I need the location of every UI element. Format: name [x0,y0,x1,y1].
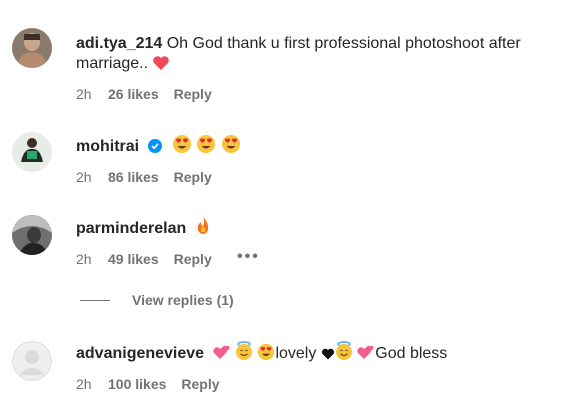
black-heart-icon [321,345,335,369]
halo-smile-emoji-icon [235,341,253,369]
comment-meta: 2h 26 likes Reply [76,86,212,102]
sparkling-hearts-icon [357,343,375,369]
reply-button[interactable]: Reply [174,251,212,267]
halo-smile-emoji-icon [335,341,353,369]
sparkling-hearts-icon [212,343,231,369]
comment-meta: 2h 86 likes Reply [76,169,212,185]
comment-meta: 2h 100 likes Reply [76,376,220,392]
comment-text-line2: marriage.. [76,52,558,79]
likes-count[interactable]: 86 likes [108,169,159,185]
likes-count[interactable]: 49 likes [108,251,159,267]
timestamp: 2h [76,169,92,185]
username[interactable]: adi.tya_214 [76,35,162,52]
username[interactable]: parminderelan [76,220,186,237]
reply-button[interactable]: Reply [174,86,212,102]
avatar[interactable] [12,215,52,255]
view-replies-label: View replies (1) [132,292,234,308]
comment-text: mohitrai [76,134,558,162]
view-replies-button[interactable]: View replies (1) [80,292,234,308]
comment-text: advanigenevieve lovely God bless [76,341,558,369]
verified-badge-icon [147,137,162,161]
red-heart-icon [152,55,170,79]
comment-body: Oh God thank u first professional photos… [166,35,521,52]
reply-button[interactable]: Reply [174,169,212,185]
avatar[interactable] [12,341,52,381]
heart-eyes-emoji-icon [221,134,241,162]
avatar[interactable] [12,132,52,172]
comment-text: parminderelan [76,216,558,244]
comment-body-2: God bless [375,345,448,362]
reply-button[interactable]: Reply [181,376,219,392]
comment-body-2: marriage.. [76,55,149,72]
comment-body: lovely [275,345,317,362]
likes-count[interactable]: 26 likes [108,86,159,102]
divider-line [80,299,110,301]
fire-emoji-icon [195,216,211,244]
timestamp: 2h [76,376,92,392]
heart-eyes-emoji-icon [172,134,192,162]
likes-count[interactable]: 100 likes [108,376,166,392]
timestamp: 2h [76,86,92,102]
avatar[interactable] [12,28,52,68]
username[interactable]: advanigenevieve [76,345,204,362]
timestamp: 2h [76,251,92,267]
heart-eyes-emoji-icon [257,343,275,369]
username[interactable]: mohitrai [76,138,139,155]
heart-eyes-emoji-icon [196,134,216,162]
more-options-icon[interactable]: ••• [237,248,260,266]
comment-meta: 2h 49 likes Reply [76,251,212,267]
